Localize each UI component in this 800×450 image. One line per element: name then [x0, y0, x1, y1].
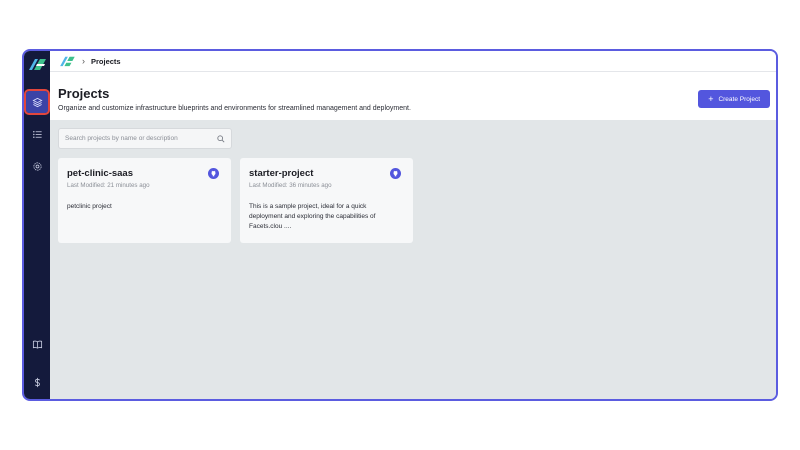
project-card[interactable]: pet-clinic-saas Last Modified: 21 minute…: [58, 158, 231, 243]
sidebar-item-billing[interactable]: [26, 371, 48, 393]
breadcrumb: › Projects: [50, 51, 776, 72]
project-card[interactable]: starter-project Last Modified: 36 minute…: [240, 158, 413, 243]
sidebar-item-projects[interactable]: [24, 89, 50, 115]
facets-logo-icon[interactable]: [58, 55, 76, 67]
gear-icon: [32, 161, 42, 171]
dollar-icon: [34, 377, 40, 387]
sidebar-item-docs[interactable]: [26, 333, 48, 355]
page-title: Projects: [58, 86, 110, 101]
breadcrumb-separator: ›: [82, 56, 85, 66]
sidebar-item-settings[interactable]: [26, 155, 48, 177]
github-icon[interactable]: [208, 168, 219, 179]
project-modified: Last Modified: 21 minutes ago: [67, 182, 150, 189]
project-description: petclinic project: [67, 203, 112, 210]
layers-icon: [31, 97, 43, 107]
project-title: pet-clinic-saas: [67, 168, 133, 179]
project-modified: Last Modified: 36 minutes ago: [249, 182, 332, 189]
facets-logo-icon[interactable]: [27, 57, 47, 71]
search-input[interactable]: [65, 135, 217, 142]
create-project-button[interactable]: + Create Project: [698, 90, 770, 108]
sidebar: [24, 51, 50, 399]
github-icon[interactable]: [390, 168, 401, 179]
search-icon[interactable]: [217, 134, 225, 143]
app-window: › Projects Projects Organize and customi…: [22, 49, 778, 401]
breadcrumb-current[interactable]: Projects: [91, 57, 121, 66]
book-icon: [32, 340, 42, 349]
page-header: Projects Organize and customize infrastr…: [50, 72, 776, 120]
create-project-label: Create Project: [718, 95, 760, 103]
main-area: › Projects Projects Organize and customi…: [50, 51, 776, 399]
sidebar-item-list[interactable]: [26, 123, 48, 145]
project-cards: pet-clinic-saas Last Modified: 21 minute…: [58, 158, 413, 243]
projects-content: pet-clinic-saas Last Modified: 21 minute…: [50, 120, 776, 399]
project-title: starter-project: [249, 168, 314, 179]
project-description: This is a sample project, ideal for a qu…: [249, 203, 376, 230]
list-icon: [32, 130, 42, 138]
plus-icon: +: [708, 93, 714, 104]
page-subtitle: Organize and customize infrastructure bl…: [58, 105, 411, 112]
search-box: [58, 128, 232, 149]
